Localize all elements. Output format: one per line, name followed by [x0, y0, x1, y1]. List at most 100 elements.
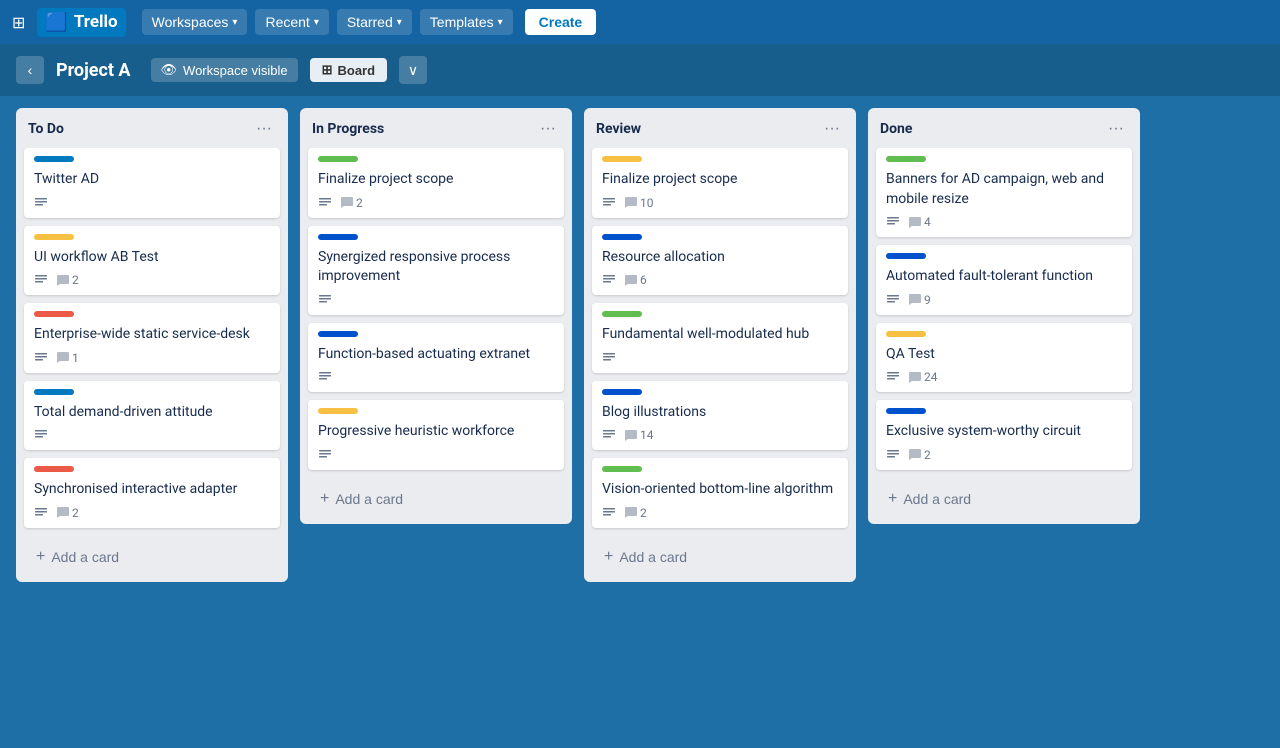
- comments-icon: 2: [56, 273, 79, 287]
- comments-icon: 14: [624, 428, 654, 442]
- card-label: [318, 408, 358, 414]
- card-title: Vision-oriented bottom-line algorithm: [602, 480, 838, 500]
- card[interactable]: UI workflow AB Test 2: [24, 226, 280, 296]
- collapse-icon: ‹: [28, 62, 33, 78]
- recent-menu[interactable]: Recent ▾: [255, 9, 328, 35]
- card[interactable]: Enterprise-wide static service-desk 1: [24, 303, 280, 373]
- card[interactable]: Automated fault-tolerant function 9: [876, 245, 1132, 315]
- card-title: Automated fault-tolerant function: [886, 267, 1122, 287]
- comments-icon: 4: [908, 215, 931, 229]
- board-content: To Do···Twitter ADUI workflow AB Test 2E…: [0, 96, 1280, 748]
- grid-icon[interactable]: ⊞: [12, 13, 25, 32]
- card-footer: 14: [602, 428, 838, 442]
- card[interactable]: Synchronised interactive adapter 2: [24, 458, 280, 528]
- trello-logo-text: Trello: [74, 12, 118, 32]
- card[interactable]: Function-based actuating extranet: [308, 323, 564, 393]
- description-icon: [318, 293, 332, 307]
- column-title: Review: [596, 121, 641, 137]
- column-menu-button[interactable]: ···: [536, 118, 560, 140]
- cards-container: Finalize project scope 10 Resource alloca…: [584, 148, 856, 536]
- card[interactable]: Twitter AD: [24, 148, 280, 218]
- sidebar-collapse-button[interactable]: ‹: [16, 56, 44, 84]
- card-title: UI workflow AB Test: [34, 248, 270, 268]
- create-button[interactable]: Create: [525, 9, 597, 35]
- chevron-down-icon: ▾: [232, 17, 237, 28]
- plus-icon: +: [604, 548, 613, 566]
- card-footer: [34, 428, 270, 442]
- card-footer: 4: [886, 215, 1122, 229]
- add-card-button[interactable]: + Add a card: [24, 540, 280, 574]
- column-inprogress: In Progress···Finalize project scope 2Sy…: [300, 108, 572, 524]
- card-footer: 2: [886, 448, 1122, 462]
- column-menu-button[interactable]: ···: [252, 118, 276, 140]
- card-title: Function-based actuating extranet: [318, 345, 554, 365]
- eye-icon: 👁: [161, 62, 178, 78]
- add-card-button[interactable]: + Add a card: [308, 482, 564, 516]
- description-icon: [602, 428, 616, 442]
- description-icon: [602, 196, 616, 210]
- board-view-icon: ⊞: [322, 62, 333, 78]
- card-label: [886, 253, 926, 259]
- column-review: Review ··· Finalize project scope 10 Resour…: [584, 108, 856, 582]
- templates-menu[interactable]: Templates ▾: [420, 9, 513, 35]
- cards-container: Banners for AD campaign, web and mobile …: [868, 148, 1140, 478]
- add-card-button[interactable]: + Add a card: [876, 482, 1132, 516]
- chevron-down-icon: ∨: [408, 62, 418, 79]
- card[interactable]: Synergized responsive process improvemen…: [308, 226, 564, 315]
- column-header: In Progress···: [300, 108, 572, 148]
- comments-icon: 1: [56, 351, 79, 365]
- card-label: [886, 408, 926, 414]
- card[interactable]: Vision-oriented bottom-line algorithm 2: [592, 458, 848, 528]
- card[interactable]: Progressive heuristic workforce: [308, 400, 564, 470]
- column-title: To Do: [28, 121, 64, 137]
- board-header: ‹ Project A 👁 Workspace visible ⊞ Board …: [0, 44, 1280, 96]
- description-icon: [886, 370, 900, 384]
- card-label: [318, 234, 358, 240]
- card-title: Total demand-driven attitude: [34, 403, 270, 423]
- cards-container: Finalize project scope 2 Synergized respo…: [300, 148, 572, 478]
- column-title: Done: [880, 121, 912, 137]
- column-menu-button[interactable]: ···: [820, 118, 844, 140]
- card-label: [34, 466, 74, 472]
- starred-menu[interactable]: Starred ▾: [337, 9, 412, 35]
- trello-logo[interactable]: 🟦 Trello: [37, 8, 125, 37]
- description-icon: [34, 506, 48, 520]
- card[interactable]: QA Test 24: [876, 323, 1132, 393]
- card-title: Twitter AD: [34, 170, 270, 190]
- card-footer: 2: [34, 506, 270, 520]
- comments-icon: 2: [340, 196, 363, 210]
- add-card-button[interactable]: + Add a card: [592, 540, 848, 574]
- chevron-down-icon: ▾: [498, 17, 503, 28]
- column-header: Review ···: [584, 108, 856, 148]
- workspaces-menu[interactable]: Workspaces ▾: [142, 9, 248, 35]
- card[interactable]: Resource allocation 6: [592, 226, 848, 296]
- board-title: Project A: [56, 60, 131, 81]
- comments-icon: 6: [624, 273, 647, 287]
- card-title: Synergized responsive process improvemen…: [318, 248, 554, 287]
- card-title: QA Test: [886, 345, 1122, 365]
- card[interactable]: Fundamental well-modulated hub: [592, 303, 848, 373]
- card[interactable]: Total demand-driven attitude: [24, 381, 280, 451]
- card-label: [318, 331, 358, 337]
- card[interactable]: Finalize project scope 10: [592, 148, 848, 218]
- description-icon: [34, 428, 48, 442]
- card-footer: [34, 196, 270, 210]
- card-label: [34, 234, 74, 240]
- column-todo: To Do···Twitter ADUI workflow AB Test 2E…: [16, 108, 288, 582]
- card-title: Progressive heuristic workforce: [318, 422, 554, 442]
- card-title: Blog illustrations: [602, 403, 838, 423]
- description-icon: [318, 448, 332, 462]
- card-footer: 10: [602, 196, 838, 210]
- card[interactable]: Finalize project scope 2: [308, 148, 564, 218]
- card[interactable]: Blog illustrations 14: [592, 381, 848, 451]
- card[interactable]: Banners for AD campaign, web and mobile …: [876, 148, 1132, 237]
- card-title: Finalize project scope: [318, 170, 554, 190]
- card[interactable]: Exclusive system-worthy circuit 2: [876, 400, 1132, 470]
- plus-icon: +: [320, 490, 329, 508]
- column-header: To Do ···: [16, 108, 288, 148]
- column-menu-button[interactable]: ···: [1104, 118, 1128, 140]
- workspace-visibility-button[interactable]: 👁 Workspace visible: [151, 58, 298, 82]
- card-footer: [318, 370, 554, 384]
- board-view-button[interactable]: ⊞ Board: [310, 58, 387, 82]
- board-view-more-button[interactable]: ∨: [399, 56, 427, 84]
